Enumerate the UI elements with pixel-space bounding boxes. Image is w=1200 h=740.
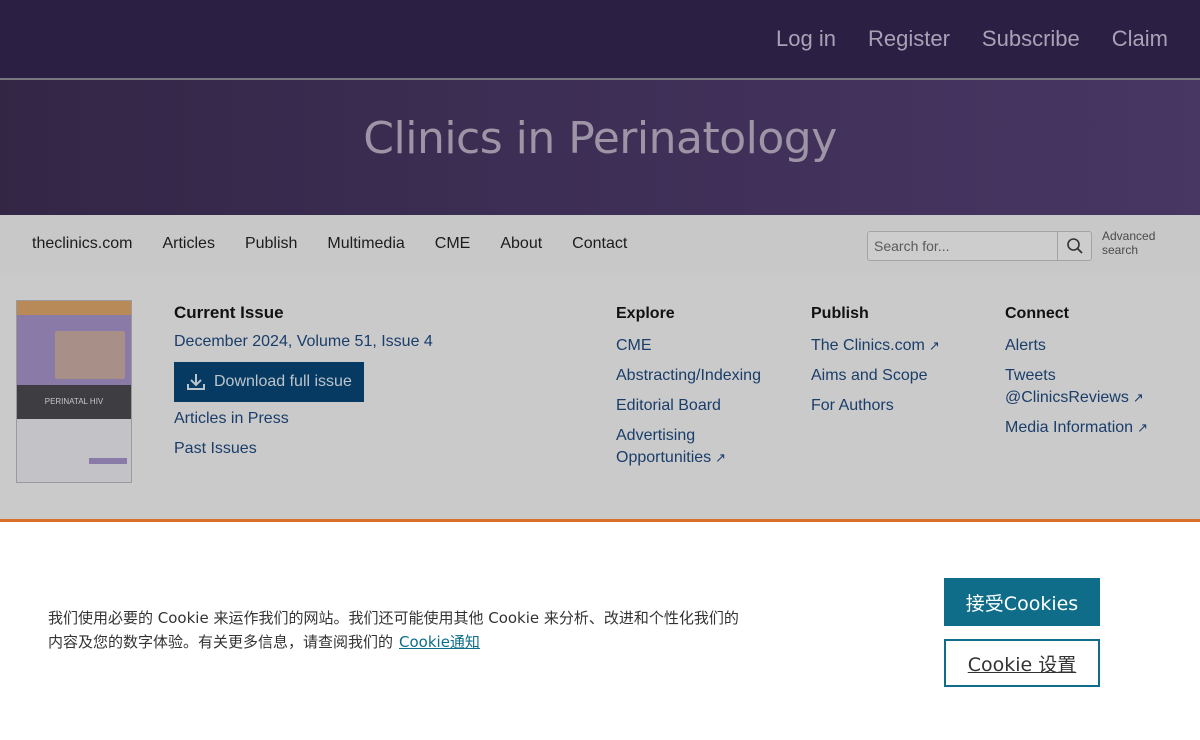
cover-footer-mark [89, 458, 127, 464]
external-link-icon: ↗ [1132, 390, 1144, 405]
connect-alerts-link[interactable]: Alerts [1005, 335, 1175, 357]
search-input[interactable] [868, 232, 1058, 260]
media-information-label: Media Information [1005, 419, 1134, 436]
account-links: Log in Register Subscribe Claim [776, 26, 1168, 52]
publish-theclinics-link[interactable]: The Clinics.com ↗ [811, 335, 991, 357]
cover-top-strip [17, 301, 131, 315]
current-issue-heading: Current Issue [174, 303, 284, 322]
journal-banner: Clinics in Perinatology [0, 80, 1200, 215]
explore-editorial-board-link[interactable]: Editorial Board [616, 395, 796, 417]
cookie-message-text: 我们使用必要的 Cookie 来运作我们的网站。我们还可能使用其他 Cookie… [48, 609, 739, 651]
journal-title[interactable]: Clinics in Perinatology [0, 113, 1200, 164]
nav-item-cme[interactable]: CME [435, 235, 471, 253]
subscribe-link[interactable]: Subscribe [982, 26, 1080, 52]
top-bar: Log in Register Subscribe Claim [0, 0, 1200, 80]
past-issues-link[interactable]: Past Issues [174, 440, 257, 458]
claim-link[interactable]: Claim [1112, 26, 1168, 52]
connect-column: Connect Alerts Tweets @ClinicsReviews ↗ M… [1005, 305, 1175, 447]
publish-column: Publish The Clinics.com ↗ Aims and Scope … [811, 305, 991, 425]
connect-heading: Connect [1005, 305, 1069, 322]
search-button[interactable] [1057, 232, 1091, 260]
download-icon [187, 374, 205, 390]
explore-column: Explore CME Abstracting/Indexing Editori… [616, 305, 796, 477]
cookie-message: 我们使用必要的 Cookie 来运作我们的网站。我们还可能使用其他 Cookie… [48, 606, 748, 654]
cookie-notice-link[interactable]: Cookie通知 [399, 633, 480, 651]
connect-tweets-link[interactable]: Tweets @ClinicsReviews ↗ [1005, 365, 1155, 409]
cookie-banner: 我们使用必要的 Cookie 来运作我们的网站。我们还可能使用其他 Cookie… [0, 522, 1200, 740]
search-icon [1066, 238, 1083, 254]
publish-heading: Publish [811, 305, 869, 322]
nav-item-theclinics[interactable]: theclinics.com [32, 235, 132, 253]
cover-topic-band: PERINATAL HIV [17, 385, 131, 419]
advanced-search-link[interactable]: Advanced search [1102, 229, 1172, 257]
accept-cookies-button[interactable]: 接受Cookies [944, 578, 1100, 626]
download-full-issue-button[interactable]: Download full issue [174, 362, 364, 402]
nav-item-publish[interactable]: Publish [245, 235, 297, 253]
publish-for-authors-link[interactable]: For Authors [811, 395, 991, 417]
current-issue-info[interactable]: December 2024, Volume 51, Issue 4 [174, 333, 433, 351]
external-link-icon: ↗ [715, 450, 727, 465]
advertising-label: Advertising Opportunities [616, 427, 712, 466]
nav-item-articles[interactable]: Articles [162, 235, 214, 253]
nav-item-multimedia[interactable]: Multimedia [327, 235, 404, 253]
cover-topic: PERINATAL HIV [44, 397, 104, 406]
external-link-icon: ↗ [1137, 420, 1148, 435]
external-link-icon: ↗ [928, 338, 940, 353]
search-box [867, 231, 1092, 261]
download-label: Download full issue [214, 373, 352, 390]
articles-in-press-link[interactable]: Articles in Press [174, 410, 289, 428]
nav-item-about[interactable]: About [500, 235, 542, 253]
connect-media-information-link[interactable]: Media Information ↗ [1005, 417, 1175, 439]
nav-item-contact[interactable]: Contact [572, 235, 627, 253]
theclinics-label: The Clinics.com [811, 337, 925, 354]
explore-cme-link[interactable]: CME [616, 335, 796, 357]
issue-cover-image[interactable]: PERINATAL HIV [16, 300, 132, 483]
publish-aims-scope-link[interactable]: Aims and Scope [811, 365, 991, 387]
explore-advertising-link[interactable]: Advertising Opportunities ↗ [616, 425, 746, 469]
register-link[interactable]: Register [868, 26, 950, 52]
tweets-label: Tweets @ClinicsReviews [1005, 367, 1129, 406]
explore-abstracting-link[interactable]: Abstracting/Indexing [616, 365, 796, 387]
cookie-settings-button[interactable]: Cookie 设置 [944, 639, 1100, 687]
cover-photo [55, 331, 125, 379]
login-link[interactable]: Log in [776, 26, 836, 52]
explore-heading: Explore [616, 305, 675, 322]
